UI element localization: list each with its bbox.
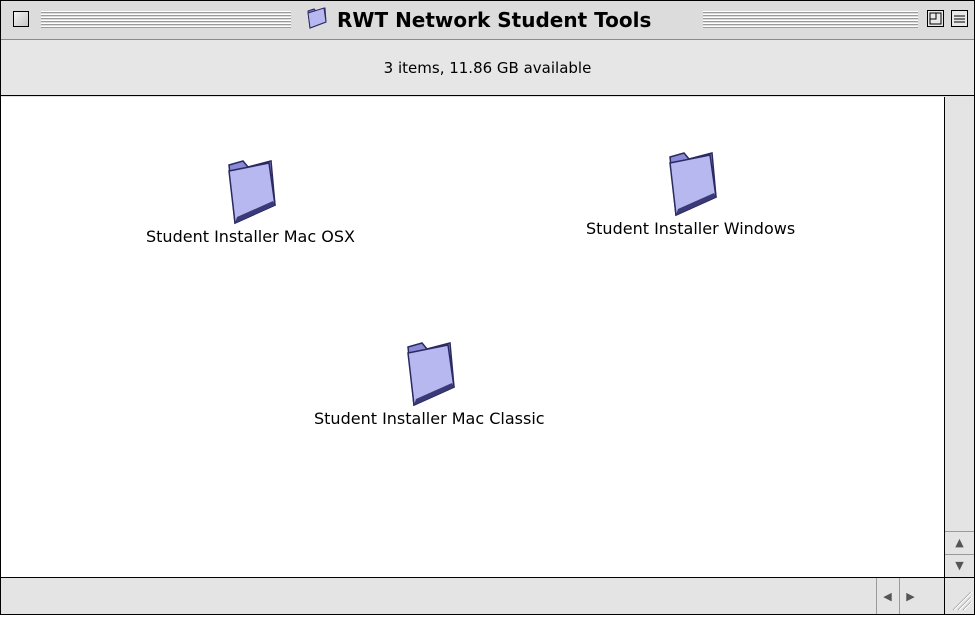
folder-label: Student Installer Windows: [586, 219, 796, 238]
scroll-left-button[interactable]: ◀: [876, 578, 898, 614]
resize-grip-icon: [952, 591, 973, 611]
scroll-right-button[interactable]: ▶: [899, 578, 921, 614]
arrow-right-icon: ▶: [906, 589, 915, 603]
folder-icon: [668, 152, 717, 217]
window-info-bar: 3 items, 11.86 GB available: [1, 40, 974, 96]
folder-label: Student Installer Mac Classic: [314, 409, 545, 428]
window-title: RWT Network Student Tools: [337, 8, 652, 32]
window-title-group: RWT Network Student Tools: [299, 7, 658, 33]
window-content: Student Installer Mac OSX Student Instal…: [1, 97, 944, 577]
zoom-box-button[interactable]: [927, 10, 944, 27]
title-bar-stripes-right: [703, 11, 918, 29]
folder-icon: [305, 7, 329, 33]
arrow-left-icon: ◀: [883, 589, 892, 603]
title-bar[interactable]: RWT Network Student Tools: [1, 1, 974, 40]
finder-window: RWT Network Student Tools 3 items, 11.86…: [0, 0, 975, 615]
collapse-icon: [954, 15, 965, 23]
folder-icon: [228, 160, 277, 225]
folder-item-windows[interactable]: Student Installer Windows: [586, 149, 795, 238]
vertical-scrollbar[interactable]: ▲ ▼: [944, 97, 974, 577]
folder-item-mac-osx[interactable]: Student Installer Mac OSX: [146, 157, 355, 246]
arrow-down-icon: ▼: [955, 559, 964, 572]
folder-item-mac-classic[interactable]: Student Installer Mac Classic: [314, 339, 545, 428]
collapse-box-button[interactable]: [951, 10, 968, 27]
resize-grip[interactable]: [944, 577, 974, 614]
folder-label: Student Installer Mac OSX: [146, 227, 355, 246]
zoom-icon: [929, 12, 942, 25]
arrow-up-icon: ▲: [955, 536, 964, 549]
scroll-up-button[interactable]: ▲: [945, 531, 974, 553]
title-bar-stripes-left: [41, 11, 291, 29]
folder-icon: [407, 342, 456, 407]
scroll-down-button[interactable]: ▼: [945, 554, 974, 576]
horizontal-scrollbar[interactable]: ◀ ▶: [1, 577, 944, 614]
close-box-button[interactable]: [13, 11, 29, 27]
